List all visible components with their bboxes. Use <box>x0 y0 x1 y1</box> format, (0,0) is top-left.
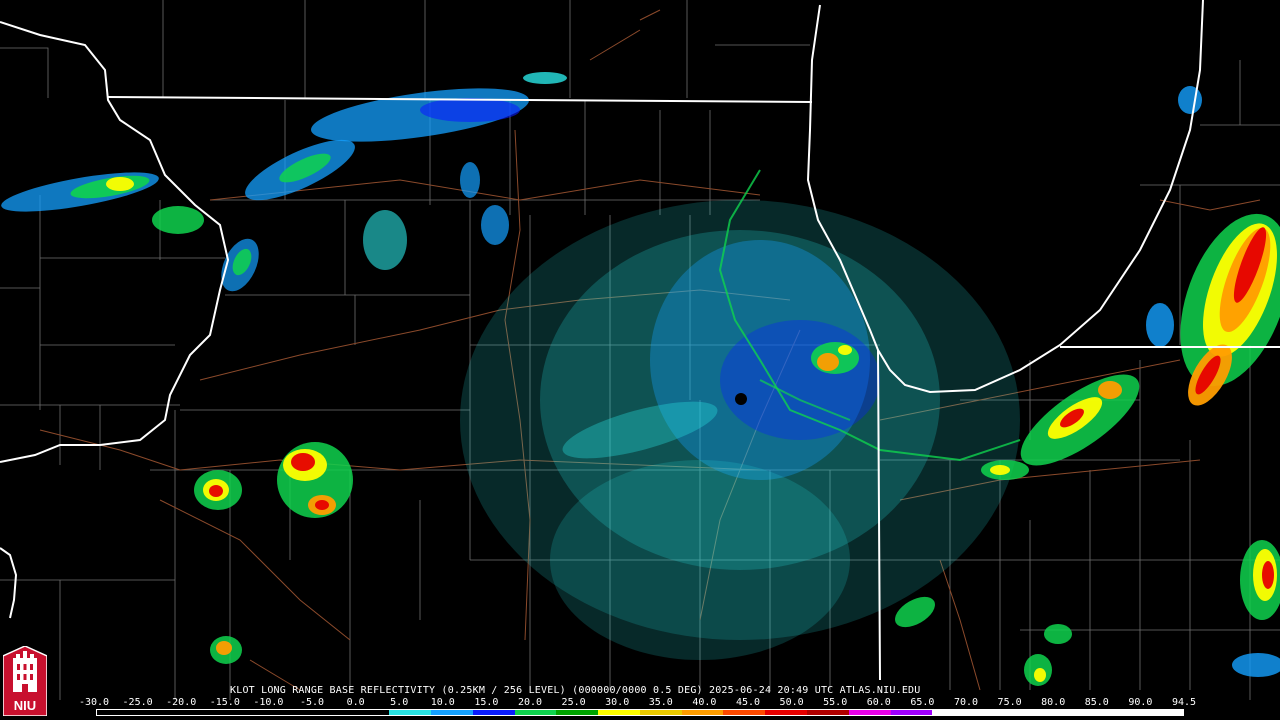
colorbar-segment <box>347 710 390 715</box>
colorbar-segment <box>305 710 348 715</box>
niu-logo: NIU <box>3 646 47 716</box>
reflectivity-colorbar <box>96 709 1184 716</box>
scale-label: 70.0 <box>953 697 979 708</box>
scale-label: 20.0 <box>517 697 543 708</box>
colorbar-segment <box>723 710 766 715</box>
scale-label: 60.0 <box>866 697 891 708</box>
colorbar-segment <box>1099 710 1142 715</box>
scale-label: -5.0 <box>299 697 325 708</box>
scale-label: 85.0 <box>1084 697 1109 708</box>
colorbar-segment <box>1015 710 1058 715</box>
scale-label: 30.0 <box>605 697 630 708</box>
radar-product-caption: KLOT LONG RANGE BASE REFLECTIVITY (0.25K… <box>230 685 921 696</box>
colorbar-segment <box>681 710 724 715</box>
colorbar-segment <box>389 710 432 715</box>
scale-label: 45.0 <box>735 697 761 708</box>
colorbar-segment <box>974 710 1016 715</box>
colorbar-segment <box>264 710 306 715</box>
precipitation-echoes <box>1 72 1280 686</box>
scale-label: 55.0 <box>823 697 848 708</box>
scale-label: 5.0 <box>390 697 409 708</box>
colorbar-segment <box>890 710 933 715</box>
scale-label: 94.5 <box>1171 697 1197 708</box>
scale-label: 40.0 <box>692 697 717 708</box>
radar-site-marker <box>735 393 747 405</box>
scale-label: 75.0 <box>997 697 1022 708</box>
colorbar-segment <box>222 710 265 715</box>
colorbar-segment <box>765 710 808 715</box>
colorbar-segment <box>472 710 515 715</box>
colorbar-segment <box>848 710 891 715</box>
colorbar-segment <box>138 710 181 715</box>
scale-label: 90.0 <box>1128 697 1153 708</box>
colorbar-segment <box>598 710 640 715</box>
scale-label: -15.0 <box>209 697 240 708</box>
scale-label: -30.0 <box>78 697 110 708</box>
scale-label: 80.0 <box>1041 697 1066 708</box>
logo-text: NIU <box>14 698 36 713</box>
colorbar-segment <box>431 710 473 715</box>
colorbar-segment <box>97 710 139 715</box>
scale-label: 65.0 <box>910 697 935 708</box>
colorbar-segment <box>807 710 849 715</box>
scale-label: -25.0 <box>122 697 153 708</box>
colorbar-segment <box>1141 710 1183 715</box>
scale-label: -20.0 <box>166 697 197 708</box>
colorbar-segment <box>556 710 599 715</box>
scale-label: 35.0 <box>648 697 673 708</box>
colorbar-segment <box>1057 710 1100 715</box>
scale-label: 0.0 <box>346 697 365 708</box>
colorbar-segment <box>932 710 975 715</box>
colorbar-segment <box>180 710 223 715</box>
scale-label: -10.0 <box>253 697 284 708</box>
scale-label: 15.0 <box>474 697 499 708</box>
radar-map <box>0 0 1280 700</box>
scale-label: 25.0 <box>561 697 586 708</box>
colorbar-segment <box>639 710 682 715</box>
radar-display: NIU KLOT LONG RANGE BASE REFLECTIVITY (0… <box>0 0 1280 720</box>
scale-label: 50.0 <box>779 697 804 708</box>
colorbar-segment <box>514 710 557 715</box>
scale-label: 10.0 <box>430 697 455 708</box>
